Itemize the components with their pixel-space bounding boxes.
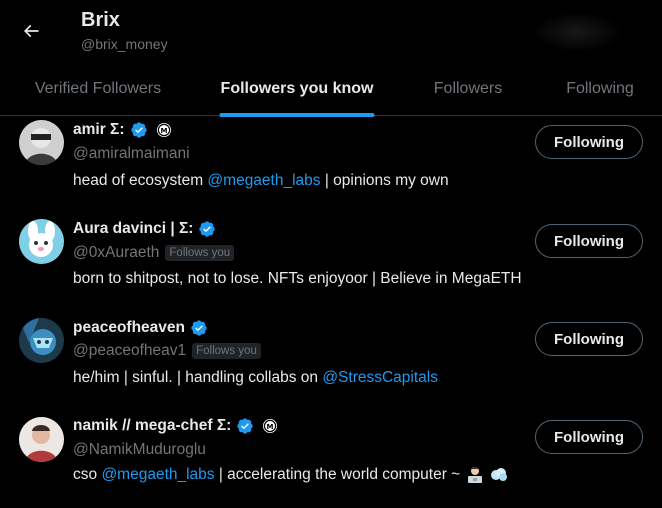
svg-text:M: M xyxy=(160,127,167,135)
user-bio: cso @megaeth_labs | accelerating the wor… xyxy=(73,466,509,484)
avatar[interactable] xyxy=(19,318,64,363)
user-bio: born to shitpost, not to lose. NFTs enjo… xyxy=(73,270,522,288)
bio-mention-link[interactable]: @megaeth_labs xyxy=(207,172,320,189)
mega-badge-icon: M xyxy=(156,123,171,137)
user-cell[interactable]: Aura davinci | Σ: @0xAuraeth Follows you… xyxy=(0,216,662,315)
bio-mention-link[interactable]: @megaeth_labs xyxy=(101,466,214,483)
verified-icon xyxy=(130,122,147,138)
back-button[interactable] xyxy=(12,12,50,50)
verified-icon xyxy=(191,320,207,336)
arrow-left-icon xyxy=(23,24,39,38)
profile-header: Brix @brix_money xyxy=(0,0,662,62)
avatar[interactable] xyxy=(19,417,64,462)
bio-text: cso xyxy=(73,466,102,484)
user-handle[interactable]: @NamikMuduroglu xyxy=(73,441,206,459)
follows-you-badge: Follows you xyxy=(165,245,235,261)
following-button[interactable]: Following xyxy=(535,224,643,258)
followers-page: Brix @brix_money Verified Followers Foll… xyxy=(0,0,662,508)
user-display-name[interactable]: amir Σ: xyxy=(73,121,125,139)
user-name-line: peaceofheaven xyxy=(73,319,208,337)
computer-person-emoji-icon xyxy=(467,466,482,483)
bio-text: | opinions my own xyxy=(320,172,449,189)
user-list: amir Σ: M @amiralmaimani head of ecosyst… xyxy=(0,117,662,508)
verified-icon xyxy=(237,418,254,434)
tab-label: Followers xyxy=(433,80,503,97)
user-bio: he/him | sinful. | handling collabs on @… xyxy=(73,369,438,387)
user-handle-line: @0xAuraeth Follows you xyxy=(73,244,235,262)
user-display-name[interactable]: Aura davinci | Σ: xyxy=(73,220,193,238)
header-blur-decoration xyxy=(532,12,622,52)
verified-icon xyxy=(199,221,216,237)
bio-text: | accelerating the world computer ~ xyxy=(214,466,465,484)
tab-label: Following xyxy=(566,80,634,97)
user-name-line: amir Σ: M xyxy=(73,121,172,139)
tab-label: Followers you know xyxy=(220,80,374,97)
svg-text:M: M xyxy=(267,423,274,431)
following-button[interactable]: Following xyxy=(535,125,643,159)
bio-text: born to shitpost, not to lose. NFTs enjo… xyxy=(73,270,522,287)
user-handle-line: @NamikMuduroglu xyxy=(73,441,206,459)
profile-title-block: Brix @brix_money xyxy=(81,8,168,53)
following-button[interactable]: Following xyxy=(535,420,643,454)
user-display-name[interactable]: namik // mega-chef Σ: xyxy=(73,417,231,435)
bio-mention-link[interactable]: @StressCapitals xyxy=(322,369,438,386)
user-handle[interactable]: @0xAuraeth xyxy=(73,244,159,262)
user-cell[interactable]: namik // mega-chef Σ: M @NamikMuduroglu … xyxy=(0,414,662,508)
user-name-line: Aura davinci | Σ: xyxy=(73,220,216,238)
user-cell[interactable]: peaceofheaven @peaceofheav1 Follows you … xyxy=(0,315,662,414)
follows-you-badge: Follows you xyxy=(192,343,261,359)
followers-tabs: Verified Followers Followers you know Fo… xyxy=(0,62,662,117)
tab-verified-followers[interactable]: Verified Followers xyxy=(0,62,196,116)
user-display-name[interactable]: peaceofheaven xyxy=(73,319,185,337)
mega-badge-icon: M xyxy=(263,419,278,433)
avatar[interactable] xyxy=(19,120,64,165)
avatar[interactable] xyxy=(19,219,64,264)
user-handle-line: @peaceofheav1 Follows you xyxy=(73,342,261,360)
user-handle-line: @amiralmaimani xyxy=(73,145,190,163)
tab-following[interactable]: Following xyxy=(538,62,662,116)
user-handle[interactable]: @peaceofheav1 xyxy=(73,342,186,360)
tab-followers[interactable]: Followers xyxy=(398,62,538,116)
tab-followers-you-know[interactable]: Followers you know xyxy=(196,62,398,117)
following-button[interactable]: Following xyxy=(535,322,643,356)
user-bio: head of ecosystem @megaeth_labs | opinio… xyxy=(73,172,449,190)
user-cell[interactable]: amir Σ: M @amiralmaimani head of ecosyst… xyxy=(0,117,662,216)
user-name-line: namik // mega-chef Σ: M xyxy=(73,417,278,435)
tab-label: Verified Followers xyxy=(34,80,162,97)
dashing-emoji-icon xyxy=(490,468,507,481)
profile-handle: @brix_money xyxy=(81,36,168,52)
bio-text: head of ecosystem xyxy=(73,172,208,189)
user-handle[interactable]: @amiralmaimani xyxy=(73,145,190,163)
profile-name: Brix xyxy=(81,9,120,31)
bio-text: he/him | sinful. | handling collabs on xyxy=(73,369,323,386)
